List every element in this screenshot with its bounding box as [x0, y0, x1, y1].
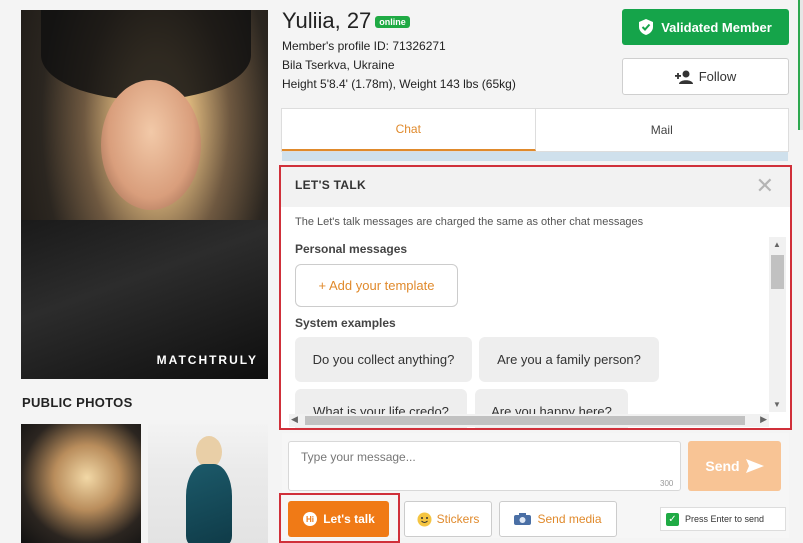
add-user-icon [674, 70, 693, 84]
camera-icon [514, 513, 532, 525]
public-photos-title: PUBLIC PHOTOS [22, 395, 133, 410]
photo-watermark: MATCHTRULY [156, 353, 258, 367]
smiley-icon [417, 512, 432, 526]
message-input[interactable]: Type your message... [288, 441, 681, 491]
chat-mail-tabs: Chat Mail [281, 108, 789, 152]
profile-stats: Height 5'8.4' (1.78m), Weight 143 lbs (6… [282, 77, 516, 91]
scroll-right-icon[interactable]: ▶ [760, 414, 767, 425]
example-chip[interactable]: Do you collect anything? [295, 337, 472, 382]
example-chip[interactable]: Are you a family person? [479, 337, 659, 382]
send-arrow-icon [745, 459, 764, 473]
scroll-left-icon[interactable]: ◀ [291, 414, 298, 425]
lets-talk-title: LET'S TALK [295, 178, 366, 192]
shield-check-icon [639, 19, 654, 35]
svg-text:Hi: Hi [306, 515, 314, 524]
press-enter-toggle[interactable]: ✓ Press Enter to send [660, 507, 786, 531]
follow-label: Follow [698, 69, 737, 84]
validated-label: Validated Member [661, 19, 772, 35]
send-label: Send [705, 458, 740, 474]
system-examples-title: System examples [295, 316, 396, 330]
personal-messages-title: Personal messages [295, 242, 408, 256]
add-template-button[interactable]: + Add your template [295, 264, 458, 307]
lets-talk-note: The Let's talk messages are charged the … [295, 216, 644, 228]
vertical-scrollbar[interactable]: ▲ ▼ [769, 237, 786, 412]
lets-talk-panel: LET'S TALK ✕ The Let's talk messages are… [279, 165, 792, 430]
follow-button[interactable]: Follow [622, 58, 789, 95]
scroll-up-icon[interactable]: ▲ [773, 240, 781, 249]
send-button[interactable]: Send [688, 441, 781, 491]
close-icon[interactable]: ✕ [756, 173, 774, 199]
profile-main-photo[interactable]: MATCHTRULY [21, 10, 268, 379]
send-media-button[interactable]: Send media [499, 501, 617, 537]
press-enter-label: Press Enter to send [685, 514, 765, 524]
chat-header-bar [282, 152, 788, 161]
public-photo-thumb[interactable] [21, 424, 141, 543]
scroll-down-icon[interactable]: ▼ [773, 400, 781, 409]
horizontal-scrollbar[interactable]: ◀ ▶ [289, 414, 769, 427]
character-counter: 300 [660, 479, 674, 488]
profile-name: Yuliia, 27 [282, 8, 372, 33]
photo-face [101, 80, 201, 210]
tab-chat[interactable]: Chat [282, 109, 536, 151]
profile-id: Member's profile ID: 71326271 [282, 39, 446, 53]
lets-talk-header: LET'S TALK ✕ [281, 167, 790, 207]
stickers-label: Stickers [436, 512, 480, 526]
public-photo-thumb[interactable] [148, 424, 268, 543]
online-badge: online [375, 16, 410, 28]
thumb-dress [186, 464, 232, 543]
profile-name-row: Yuliia, 27 online [282, 8, 410, 34]
send-media-label: Send media [537, 512, 602, 526]
profile-location: Bila Tserkva, Ukraine [282, 58, 395, 72]
stickers-button[interactable]: Stickers [404, 501, 492, 537]
scrollbar-thumb[interactable] [771, 255, 784, 289]
horizontal-scrollbar-thumb[interactable] [305, 416, 745, 425]
lets-talk-label: Let's talk [323, 512, 375, 526]
tab-mail[interactable]: Mail [536, 109, 789, 151]
validated-member-button[interactable]: Validated Member [622, 9, 789, 45]
side-panel-edge [798, 0, 803, 130]
checkbox-checked-icon[interactable]: ✓ [666, 512, 679, 526]
lets-talk-button[interactable]: Hi Let's talk [288, 501, 389, 537]
chat-bubble-icon: Hi [303, 512, 318, 526]
